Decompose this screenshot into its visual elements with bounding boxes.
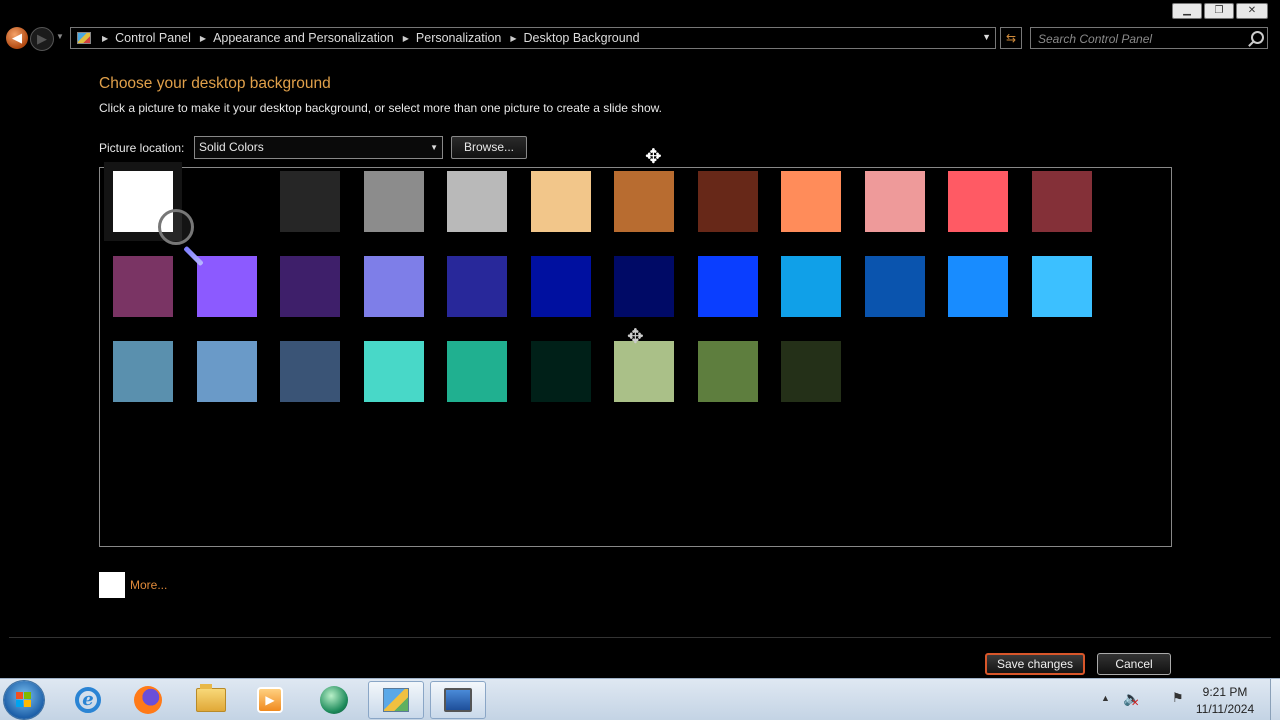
address-dropdown-icon[interactable]: ▼ xyxy=(982,32,991,42)
save-changes-button[interactable]: Save changes xyxy=(985,653,1085,675)
show-hidden-icons-icon[interactable]: ▲ xyxy=(1101,693,1110,703)
color-swatch[interactable] xyxy=(781,341,841,402)
breadcrumb-control-panel[interactable]: Control Panel xyxy=(115,31,191,45)
color-swatch[interactable] xyxy=(1031,171,1092,232)
minimize-button[interactable]: ▁ xyxy=(1172,3,1202,19)
color-swatch[interactable] xyxy=(781,171,841,232)
control-panel-icon xyxy=(77,32,91,44)
breadcrumb-separator-icon[interactable]: ▶ xyxy=(510,34,516,43)
page-title: Choose your desktop background xyxy=(99,75,331,92)
app-ball-icon xyxy=(320,686,348,714)
breadcrumb-separator-icon[interactable]: ▶ xyxy=(200,34,206,43)
address-bar[interactable]: ▶ Control Panel ▶ Appearance and Persona… xyxy=(70,27,996,49)
color-swatch[interactable] xyxy=(447,171,507,232)
window-caption-buttons: ▁ ❐ ✕ xyxy=(1172,3,1268,19)
clock-date[interactable]: 11/11/2024 xyxy=(1190,702,1260,716)
move-cursor-icon: ✥ xyxy=(627,326,644,348)
move-cursor-icon: ✥ xyxy=(645,146,662,168)
taskbar: e ▶ xyxy=(0,678,1280,720)
action-center-flag-icon[interactable]: ⚑ xyxy=(1172,690,1184,706)
picture-location-value: Solid Colors xyxy=(199,140,264,154)
firefox-icon xyxy=(134,686,162,714)
color-swatch[interactable] xyxy=(280,256,340,317)
color-swatch[interactable] xyxy=(447,256,507,317)
navigation-bar: ◀ ▶ ▼ ▶ Control Panel ▶ Appearance and P… xyxy=(0,24,1280,54)
recent-pages-chevron-icon[interactable]: ▼ xyxy=(56,32,64,41)
breadcrumb-personalization[interactable]: Personalization xyxy=(416,31,501,45)
remote-desktop-icon xyxy=(444,688,472,712)
color-swatch[interactable] xyxy=(614,171,674,232)
search-icon[interactable] xyxy=(1251,31,1264,44)
maximize-button[interactable]: ❐ xyxy=(1204,3,1234,19)
color-swatch[interactable] xyxy=(363,341,424,402)
color-swatch[interactable] xyxy=(530,256,591,317)
footer-divider xyxy=(9,637,1271,638)
magnifier-cursor-icon xyxy=(158,209,194,245)
forward-arrow-icon[interactable]: ▶ xyxy=(30,27,54,51)
swatch-panel[interactable] xyxy=(99,167,1172,547)
color-swatch[interactable] xyxy=(697,171,758,232)
color-swatch[interactable] xyxy=(948,256,1008,317)
color-swatch[interactable] xyxy=(530,341,591,402)
breadcrumb-appearance[interactable]: Appearance and Personalization xyxy=(213,31,394,45)
show-desktop-button[interactable] xyxy=(1270,679,1280,720)
color-swatch[interactable] xyxy=(781,256,841,317)
color-swatch[interactable] xyxy=(447,341,507,402)
taskbar-media-player[interactable]: ▶ xyxy=(242,681,298,719)
breadcrumb-desktop-background[interactable]: Desktop Background xyxy=(524,31,640,45)
breadcrumb-separator-icon[interactable]: ▶ xyxy=(102,34,108,43)
color-swatch[interactable] xyxy=(614,341,674,402)
color-swatch[interactable] xyxy=(113,256,173,317)
search-input[interactable] xyxy=(1031,28,1250,50)
clock-time[interactable]: 9:21 PM xyxy=(1190,685,1260,699)
dropdown-arrow-icon[interactable]: ▼ xyxy=(430,137,438,158)
taskbar-internet-explorer[interactable]: e xyxy=(60,681,116,719)
color-swatch[interactable] xyxy=(196,256,257,317)
more-colors-link[interactable]: More... xyxy=(130,578,167,592)
screen: ▁ ❐ ✕ ◀ ▶ ▼ ▶ Control Panel ▶ Appearance… xyxy=(0,0,1280,720)
taskbar-app[interactable] xyxy=(306,681,362,719)
color-swatch[interactable] xyxy=(363,256,424,317)
taskbar-remote-desktop[interactable] xyxy=(430,681,486,719)
control-panel-icon xyxy=(383,688,409,712)
muted-x-icon: ✕ xyxy=(1131,698,1140,709)
color-swatch[interactable] xyxy=(697,256,758,317)
close-button[interactable]: ✕ xyxy=(1236,3,1268,19)
taskbar-control-panel[interactable] xyxy=(368,681,424,719)
color-swatch[interactable] xyxy=(113,341,173,402)
taskbar-file-explorer[interactable] xyxy=(183,681,239,719)
color-swatch[interactable] xyxy=(196,341,257,402)
color-swatch[interactable] xyxy=(614,256,674,317)
color-swatch[interactable] xyxy=(196,171,257,232)
color-swatch[interactable] xyxy=(1031,256,1092,317)
taskbar-firefox[interactable] xyxy=(120,681,176,719)
color-swatch[interactable] xyxy=(864,256,925,317)
back-arrow-icon[interactable]: ◀ xyxy=(6,27,28,49)
color-swatch[interactable] xyxy=(280,341,340,402)
start-button[interactable] xyxy=(4,681,44,719)
media-player-icon: ▶ xyxy=(257,687,283,713)
page-subtitle: Click a picture to make it your desktop … xyxy=(99,101,662,115)
internet-explorer-icon: e xyxy=(75,687,101,713)
control-panel-window: ▁ ❐ ✕ ◀ ▶ ▼ ▶ Control Panel ▶ Appearance… xyxy=(0,0,1280,678)
search-box[interactable] xyxy=(1030,27,1268,50)
color-swatch[interactable] xyxy=(363,171,424,232)
folder-icon xyxy=(196,684,226,712)
refresh-icon[interactable]: ⇆ xyxy=(1000,27,1022,49)
color-swatch[interactable] xyxy=(864,171,925,232)
windows-logo-icon xyxy=(16,692,32,708)
browse-button[interactable]: Browse... xyxy=(451,136,527,159)
picture-location-label: Picture location: xyxy=(99,141,185,155)
more-colors-swatch[interactable] xyxy=(99,572,125,598)
cancel-button[interactable]: Cancel xyxy=(1097,653,1171,675)
color-swatch[interactable] xyxy=(948,171,1008,232)
color-swatch[interactable] xyxy=(697,341,758,402)
picture-location-select[interactable]: Solid Colors ▼ xyxy=(194,136,443,159)
color-swatch[interactable] xyxy=(530,171,591,232)
breadcrumb-separator-icon[interactable]: ▶ xyxy=(403,34,409,43)
color-swatch[interactable] xyxy=(280,171,340,232)
